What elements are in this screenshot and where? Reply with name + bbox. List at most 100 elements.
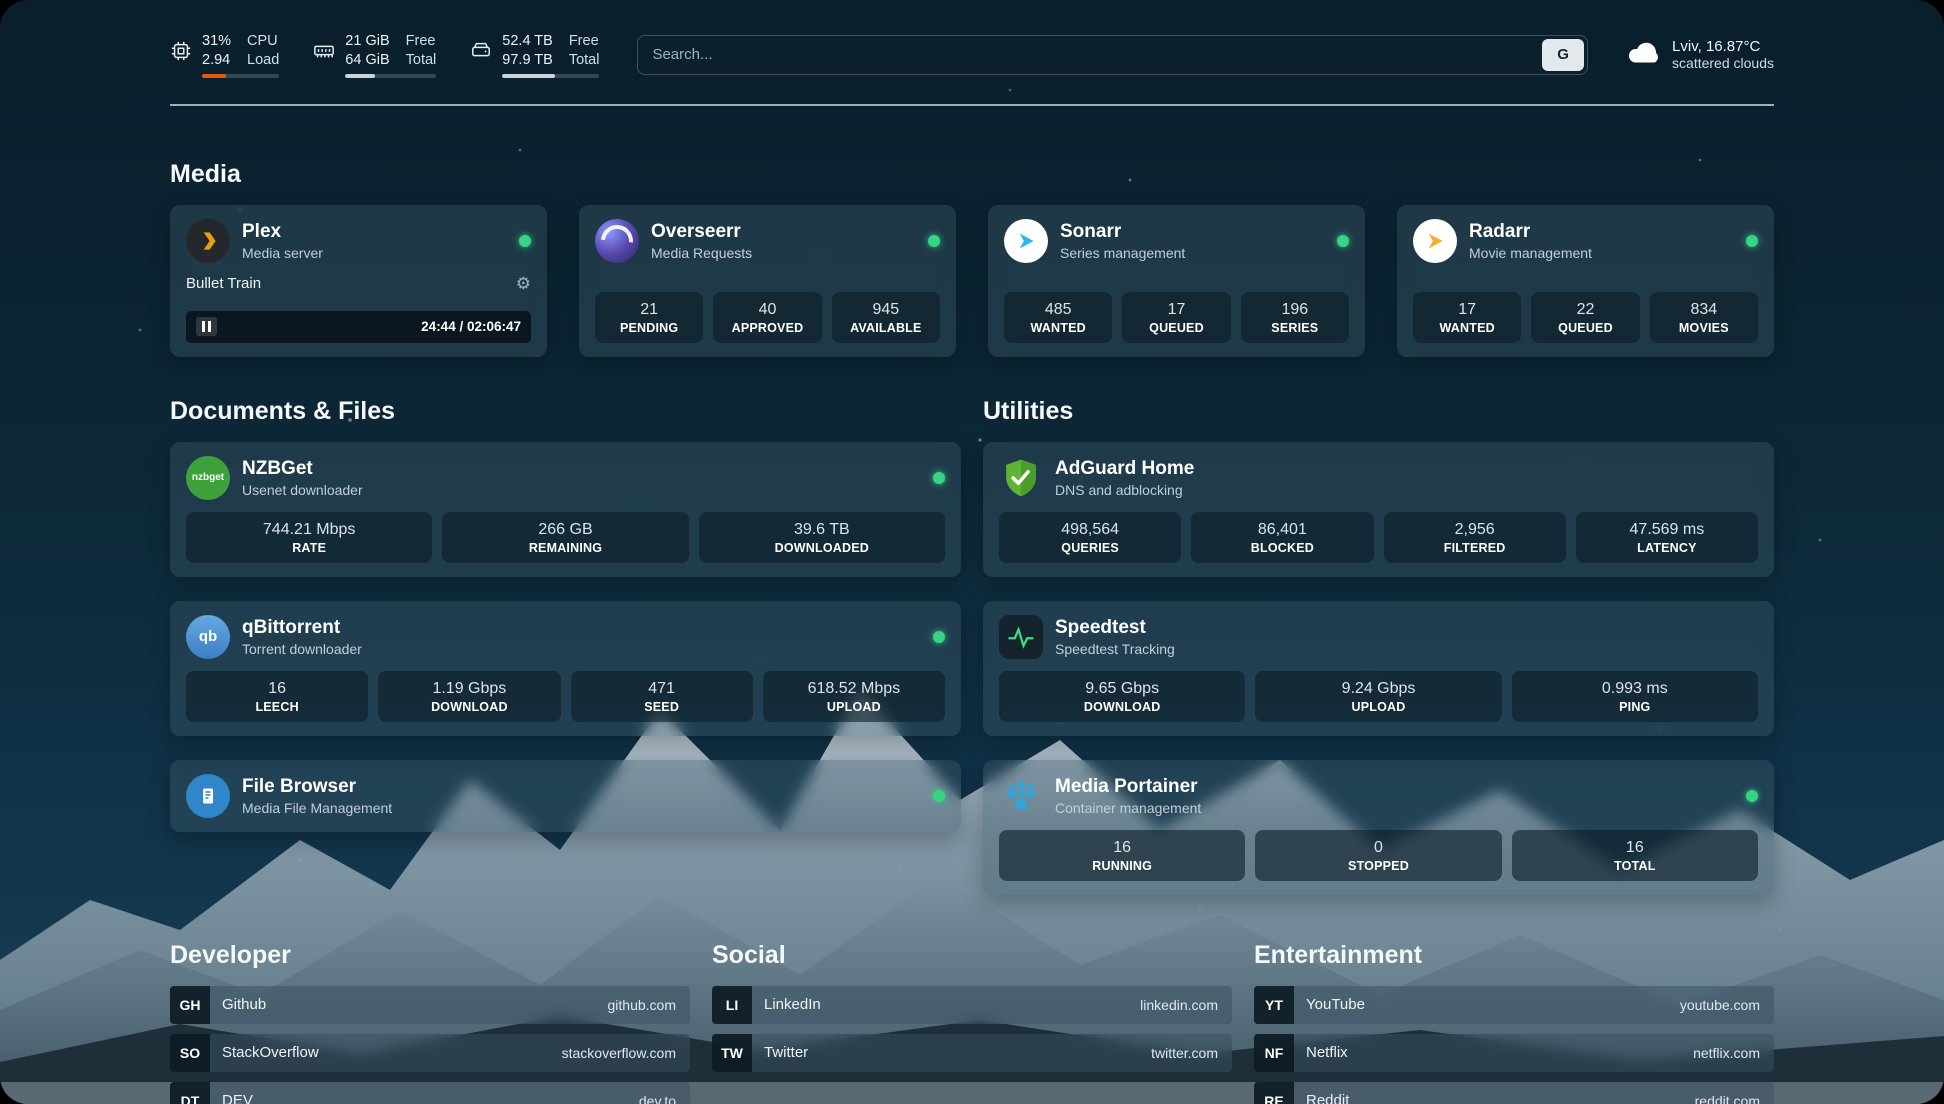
stat-value: 485: [1008, 301, 1108, 319]
stat-label: FILTERED: [1388, 541, 1562, 555]
stat-value: 9.24 Gbps: [1259, 680, 1497, 698]
app-name: Speedtest: [1055, 617, 1175, 639]
status-indicator: [928, 235, 940, 247]
stat-stopped: 0 STOPPED: [1255, 830, 1501, 881]
app-meta: NZBGet Usenet downloader: [242, 458, 363, 498]
stat-value: 471: [575, 680, 749, 698]
stats-row: 744.21 Mbps RATE 266 GB REMAINING 39.6 T…: [186, 512, 945, 563]
system-metrics: 31% 2.94 CPU Load: [170, 32, 599, 78]
stat-leech: 16 LEECH: [186, 671, 368, 722]
stats-row: 498,564 QUERIES 86,401 BLOCKED 2,956 FIL…: [999, 512, 1758, 563]
disk-free-label: Free: [569, 32, 600, 51]
app-name: Overseerr: [651, 221, 752, 243]
app-card-speedtest[interactable]: Speedtest Speedtest Tracking 9.65 Gbps D…: [983, 601, 1774, 736]
status-indicator: [933, 631, 945, 643]
stats-row: 16 RUNNING 0 STOPPED 16 TOTAL: [999, 830, 1758, 881]
app-name: Radarr: [1469, 221, 1592, 243]
qbittorrent-icon-text: qb: [199, 628, 217, 645]
card-header: Media Portainer Container management: [999, 774, 1758, 818]
app-card-radarr[interactable]: Radarr Movie management 17 WANTED 22 QUE…: [1397, 205, 1774, 357]
media-card-row: Plex Media server Bullet Train ⚙ 24:44 /…: [170, 205, 1774, 357]
app-subtitle: Container management: [1055, 800, 1201, 816]
section-documents: Documents & Files nzbget NZBGet Usenet d…: [170, 397, 961, 832]
stat-label: PENDING: [599, 321, 699, 335]
pause-button[interactable]: [196, 317, 217, 336]
bookmark-youtube[interactable]: YT YouTube youtube.com: [1254, 986, 1774, 1024]
app-card-qbittorrent[interactable]: qb qBittorrent Torrent downloader 16 LEE…: [170, 601, 961, 736]
netflix-icon: NF: [1254, 1034, 1294, 1072]
stats-row: 485 WANTED 17 QUEUED 196 SERIES: [1004, 292, 1349, 343]
stat-label: TOTAL: [1516, 859, 1754, 873]
bookmark-twitter[interactable]: TW Twitter twitter.com: [712, 1034, 1232, 1072]
stat-value: 17: [1417, 301, 1517, 319]
section-social: Social LI LinkedIn linkedin.com TW Twitt…: [712, 941, 1232, 1104]
search-input[interactable]: [637, 35, 1588, 75]
card-header: Radarr Movie management: [1413, 219, 1758, 263]
weather-location: Lviv, 16.87°C: [1672, 38, 1774, 55]
section-developer: Developer GH Github github.com SO StackO…: [170, 941, 690, 1104]
stat-value: 39.6 TB: [703, 521, 941, 539]
bookmark-github[interactable]: GH Github github.com: [170, 986, 690, 1024]
plex-icon: [186, 219, 230, 263]
app-card-plex[interactable]: Plex Media server Bullet Train ⚙ 24:44 /…: [170, 205, 547, 357]
stat-latency: 47.569 ms LATENCY: [1576, 512, 1758, 563]
stat-label: SEED: [575, 700, 749, 714]
card-header: Plex Media server: [186, 219, 531, 263]
stat-label: WANTED: [1008, 321, 1108, 335]
portainer-icon: [999, 774, 1043, 818]
app-card-overseerr[interactable]: Overseerr Media Requests 21 PENDING 40 A…: [579, 205, 956, 357]
stat-label: DOWNLOAD: [1003, 700, 1241, 714]
app-card-nzbget[interactable]: nzbget NZBGet Usenet downloader 744.21 M…: [170, 442, 961, 577]
bookmark-url: dev.to: [639, 1093, 690, 1104]
stat-value: 40: [717, 301, 817, 319]
stat-running: 16 RUNNING: [999, 830, 1245, 881]
search-engine-button[interactable]: G: [1542, 39, 1584, 71]
app-subtitle: Media File Management: [242, 800, 392, 816]
stat-value: 196: [1245, 301, 1345, 319]
stat-download: 9.65 Gbps DOWNLOAD: [999, 671, 1245, 722]
stat-upload: 9.24 Gbps UPLOAD: [1255, 671, 1501, 722]
app-name: NZBGet: [242, 458, 363, 480]
section-title-documents: Documents & Files: [170, 397, 961, 426]
now-playing-title: Bullet Train: [186, 275, 261, 292]
stat-value: 16: [1003, 839, 1241, 857]
stat-label: QUERIES: [1003, 541, 1177, 555]
middle-columns: Documents & Files nzbget NZBGet Usenet d…: [170, 397, 1774, 895]
player-time: 24:44 / 02:06:47: [421, 319, 521, 334]
cpu-percent: 31%: [202, 32, 231, 51]
stat-value: 2,956: [1388, 521, 1562, 539]
section-title-social: Social: [712, 941, 1232, 970]
bookmark-stackoverflow[interactable]: SO StackOverflow stackoverflow.com: [170, 1034, 690, 1072]
app-card-adguard[interactable]: AdGuard Home DNS and adblocking 498,564 …: [983, 442, 1774, 577]
app-card-portainer[interactable]: Media Portainer Container management 16 …: [983, 760, 1774, 895]
app-card-filebrowser[interactable]: File Browser Media File Management: [170, 760, 961, 832]
weather-widget: Lviv, 16.87°C scattered clouds: [1626, 34, 1774, 75]
app-card-sonarr[interactable]: Sonarr Series management 485 WANTED 17 Q…: [988, 205, 1365, 357]
section-title-entertainment: Entertainment: [1254, 941, 1774, 970]
stat-available: 945 AVAILABLE: [832, 292, 940, 343]
bookmark-name: LinkedIn: [764, 996, 821, 1013]
disk-progress-track: [502, 74, 599, 78]
bookmark-url: netflix.com: [1693, 1045, 1774, 1061]
app-meta: Overseerr Media Requests: [651, 221, 752, 261]
adguard-icon: [999, 456, 1043, 500]
stat-value: 16: [190, 680, 364, 698]
stat-blocked: 86,401 BLOCKED: [1191, 512, 1373, 563]
filebrowser-icon: [186, 774, 230, 818]
youtube-icon: YT: [1254, 986, 1294, 1024]
bookmark-netflix[interactable]: NF Netflix netflix.com: [1254, 1034, 1774, 1072]
stats-row: 9.65 Gbps DOWNLOAD 9.24 Gbps UPLOAD 0.99…: [999, 671, 1758, 722]
bookmark-dev[interactable]: DT DEV dev.to: [170, 1082, 690, 1104]
app-subtitle: DNS and adblocking: [1055, 482, 1194, 498]
card-header: Overseerr Media Requests: [595, 219, 940, 263]
stat-remaining: 266 GB REMAINING: [442, 512, 688, 563]
stat-label: RUNNING: [1003, 859, 1241, 873]
bookmark-linkedin[interactable]: LI LinkedIn linkedin.com: [712, 986, 1232, 1024]
gear-icon[interactable]: ⚙: [516, 275, 531, 292]
nzbget-icon: nzbget: [186, 456, 230, 500]
now-playing-row: Bullet Train ⚙: [186, 275, 531, 292]
stat-label: QUEUED: [1535, 321, 1635, 335]
bookmark-reddit[interactable]: RE Reddit reddit.com: [1254, 1082, 1774, 1104]
stat-label: UPLOAD: [767, 700, 941, 714]
cpu-sublabel: Load: [247, 51, 279, 70]
